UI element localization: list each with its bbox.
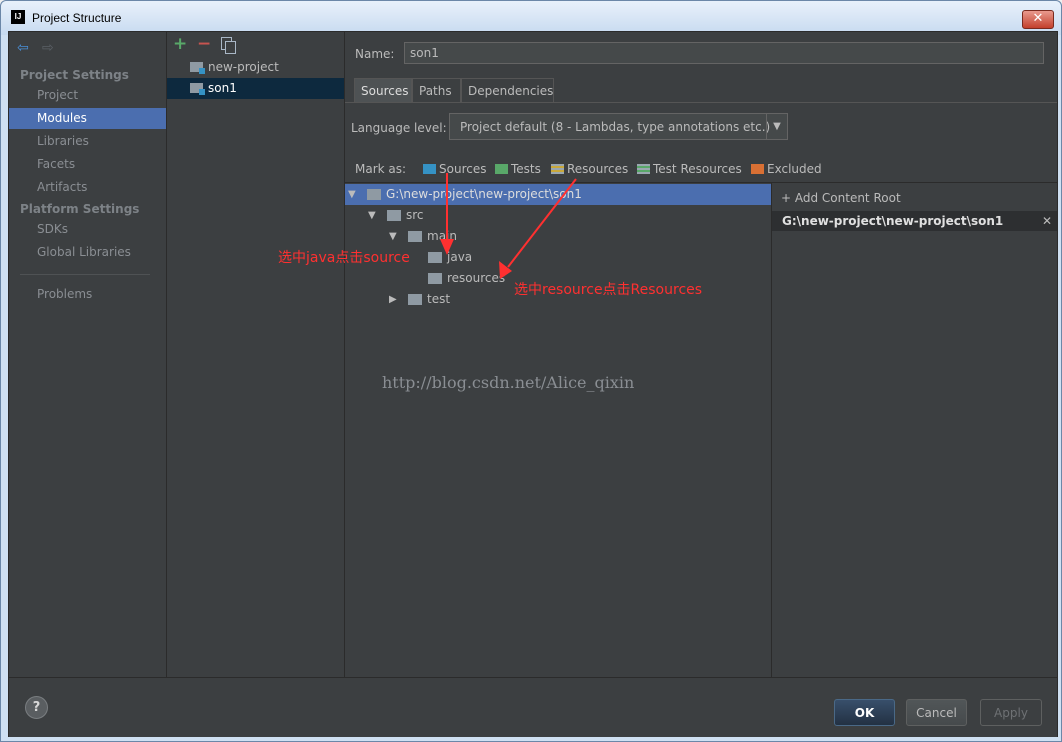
mark-test-resources-button[interactable]: Test Resources — [637, 162, 742, 176]
tree-node-root[interactable]: ▼ G:\new-project\new-project\son1 — [345, 184, 771, 205]
folder-icon — [387, 210, 401, 221]
module-settings-panel: Name: son1 Sources Paths Dependencies La… — [345, 32, 1057, 678]
watermark-text: http://blog.csdn.net/Alice_qixin — [382, 373, 635, 392]
resources-annotation: 选中resource点击Resources — [514, 282, 703, 298]
expand-arrow-icon[interactable]: ▼ — [368, 205, 376, 226]
sidebar-item-sdks[interactable]: SDKs — [9, 219, 166, 240]
sidebar-divider — [20, 274, 150, 275]
expand-arrow-icon[interactable]: ▼ — [389, 226, 397, 247]
expand-arrow-icon[interactable]: ▼ — [348, 184, 356, 205]
mark-tests-button[interactable]: Tests — [495, 162, 541, 176]
module-item-son1[interactable]: son1 — [167, 78, 344, 99]
java-annotation: 选中java点击source — [278, 250, 410, 266]
ok-button[interactable]: OK — [834, 699, 895, 726]
folder-icon — [428, 252, 442, 263]
remove-root-icon[interactable]: ✕ — [1042, 211, 1052, 231]
tree-node-main[interactable]: ▼ main — [345, 226, 771, 247]
window-title: Project Structure — [32, 11, 122, 25]
chevron-down-icon[interactable]: ▼ — [766, 114, 787, 139]
project-settings-heading: Project Settings — [20, 68, 129, 82]
sidebar-item-global-libraries[interactable]: Global Libraries — [9, 242, 166, 263]
remove-module-icon[interactable]: − — [197, 34, 211, 54]
folder-icon — [408, 231, 422, 242]
sidebar-item-libraries[interactable]: Libraries — [9, 131, 166, 152]
content-root-entry[interactable]: G:\new-project\new-project\son1 ✕ — [772, 211, 1057, 231]
project-structure-window: IJ Project Structure ✕ ⇦ ⇨ Project Setti… — [0, 0, 1062, 742]
resources-folder-icon — [551, 164, 564, 174]
intellij-app-icon: IJ — [11, 10, 25, 24]
apply-button[interactable]: Apply — [980, 699, 1042, 726]
tab-underline — [345, 102, 1057, 103]
language-level-dropdown[interactable]: Project default (8 - Lambdas, type annot… — [449, 113, 788, 140]
folder-icon — [367, 189, 381, 200]
copy-module-icon[interactable] — [221, 37, 236, 54]
tests-folder-icon — [495, 164, 508, 174]
module-folder-icon — [190, 83, 205, 95]
language-level-value: Project default (8 - Lambdas, type annot… — [460, 120, 771, 134]
modules-pane: + − new-project son1 — [167, 32, 345, 677]
tab-sources[interactable]: Sources — [354, 78, 412, 102]
language-level-label: Language level: — [351, 121, 447, 135]
collapsed-arrow-icon[interactable]: ▶ — [389, 289, 397, 310]
content-root-path: G:\new-project\new-project\son1 — [782, 214, 1004, 228]
add-module-icon[interactable]: + — [173, 34, 187, 54]
tab-dependencies[interactable]: Dependencies — [461, 78, 554, 102]
settings-sidebar: ⇦ ⇨ Project Settings Project Modules Lib… — [9, 32, 167, 677]
tab-paths[interactable]: Paths — [412, 78, 461, 102]
sources-folder-icon — [423, 164, 436, 174]
sidebar-item-facets[interactable]: Facets — [9, 154, 166, 175]
tree-node-src[interactable]: ▼ src — [345, 205, 771, 226]
sidebar-item-project[interactable]: Project — [9, 85, 166, 106]
add-content-root-button[interactable]: + Add Content Root — [781, 191, 901, 205]
help-icon[interactable]: ? — [25, 696, 48, 719]
folder-icon — [428, 273, 442, 284]
mark-excluded-button[interactable]: Excluded — [751, 162, 822, 176]
mark-sources-button[interactable]: Sources — [423, 162, 486, 176]
close-window-button[interactable]: ✕ — [1022, 10, 1054, 29]
name-label: Name: — [355, 47, 395, 61]
test-resources-folder-icon — [637, 164, 650, 174]
dialog-footer: ? OK Cancel Apply — [9, 677, 1057, 737]
mark-resources-button[interactable]: Resources — [551, 162, 628, 176]
excluded-folder-icon — [751, 164, 764, 174]
forward-arrow-icon[interactable]: ⇨ — [42, 40, 54, 56]
cancel-button[interactable]: Cancel — [906, 699, 967, 726]
back-arrow-icon[interactable]: ⇦ — [17, 40, 29, 56]
module-name-field[interactable]: son1 — [404, 42, 1044, 64]
title-bar[interactable]: IJ Project Structure ✕ — [1, 1, 1061, 35]
mark-as-label: Mark as: — [355, 162, 407, 176]
module-folder-icon — [190, 62, 205, 74]
sidebar-item-modules[interactable]: Modules — [9, 108, 166, 129]
sidebar-item-artifacts[interactable]: Artifacts — [9, 177, 166, 198]
module-item-new-project[interactable]: new-project — [167, 57, 344, 78]
folder-icon — [408, 294, 422, 305]
content-roots-pane: + Add Content Root G:\new-project\new-pr… — [772, 182, 1057, 678]
sidebar-item-problems[interactable]: Problems — [9, 284, 166, 305]
platform-settings-heading: Platform Settings — [20, 202, 140, 216]
